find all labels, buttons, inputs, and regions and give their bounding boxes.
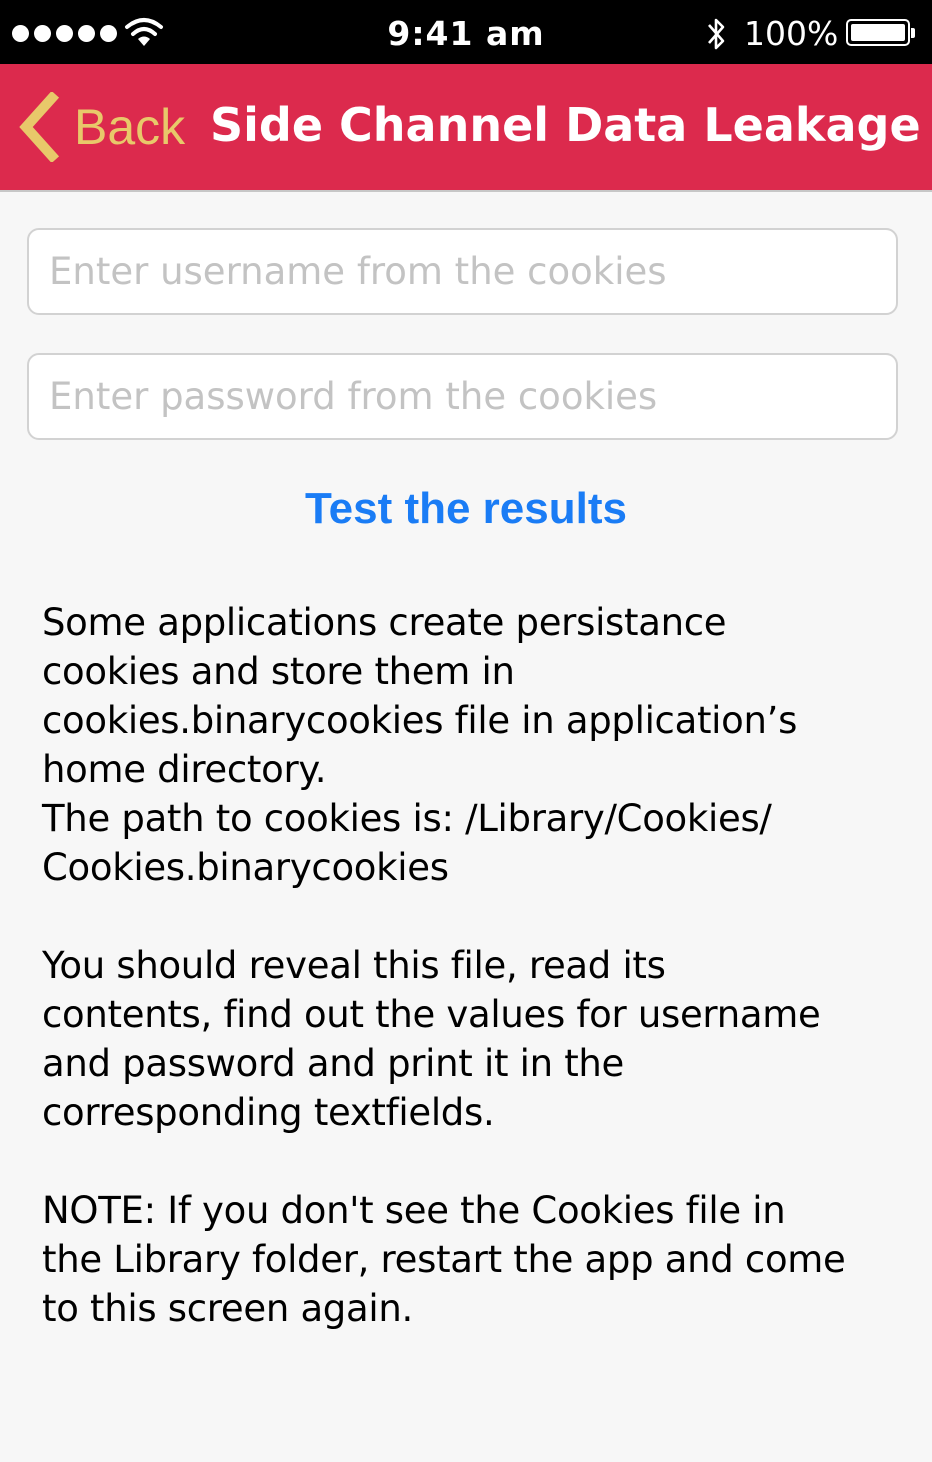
battery-icon: [846, 19, 910, 46]
text-line: to this screen again.: [42, 1287, 413, 1330]
text-line: You should reveal this file, read its: [42, 944, 666, 987]
bluetooth-icon: [708, 18, 725, 50]
text-line: the Library folder, restart the app and …: [42, 1238, 846, 1281]
text-line: Some applications create persistance: [42, 601, 727, 644]
description-text: Some applications create persistance coo…: [42, 598, 902, 1333]
text-line: The path to cookies is: /Library/Cookies…: [42, 797, 772, 840]
description-paragraph-1: Some applications create persistance coo…: [42, 598, 902, 892]
username-input[interactable]: [27, 228, 898, 315]
back-label: Back: [74, 99, 186, 155]
text-line: cookies.binarycookies file in applicatio…: [42, 699, 798, 742]
text-line: contents, find out the values for userna…: [42, 993, 821, 1036]
chevron-left-icon: [19, 92, 60, 162]
status-bar: 9:41 am 100%: [0, 0, 932, 64]
text-line: and password and print it in the: [42, 1042, 625, 1085]
text-line: Cookies.binarycookies: [42, 846, 449, 889]
description-paragraph-2: You should reveal this file, read its co…: [42, 941, 902, 1137]
password-input[interactable]: [27, 353, 898, 440]
text-line: NOTE: If you don't see the Cookies file …: [42, 1189, 786, 1232]
back-button[interactable]: Back: [16, 92, 185, 162]
battery-tip: [911, 28, 915, 38]
test-results-button[interactable]: Test the results: [0, 484, 932, 534]
screen: 9:41 am 100% Back Side Channel Data Leak…: [0, 0, 932, 1462]
text-line: corresponding textfields.: [42, 1091, 495, 1134]
page-title: Side Channel Data Leakage: [210, 98, 921, 152]
navigation-bar: Back Side Channel Data Leakage: [0, 64, 932, 192]
text-line: home directory.: [42, 748, 327, 791]
text-line: cookies and store them in: [42, 650, 515, 693]
description-note: NOTE: If you don't see the Cookies file …: [42, 1186, 902, 1333]
battery-percent: 100%: [744, 14, 839, 53]
